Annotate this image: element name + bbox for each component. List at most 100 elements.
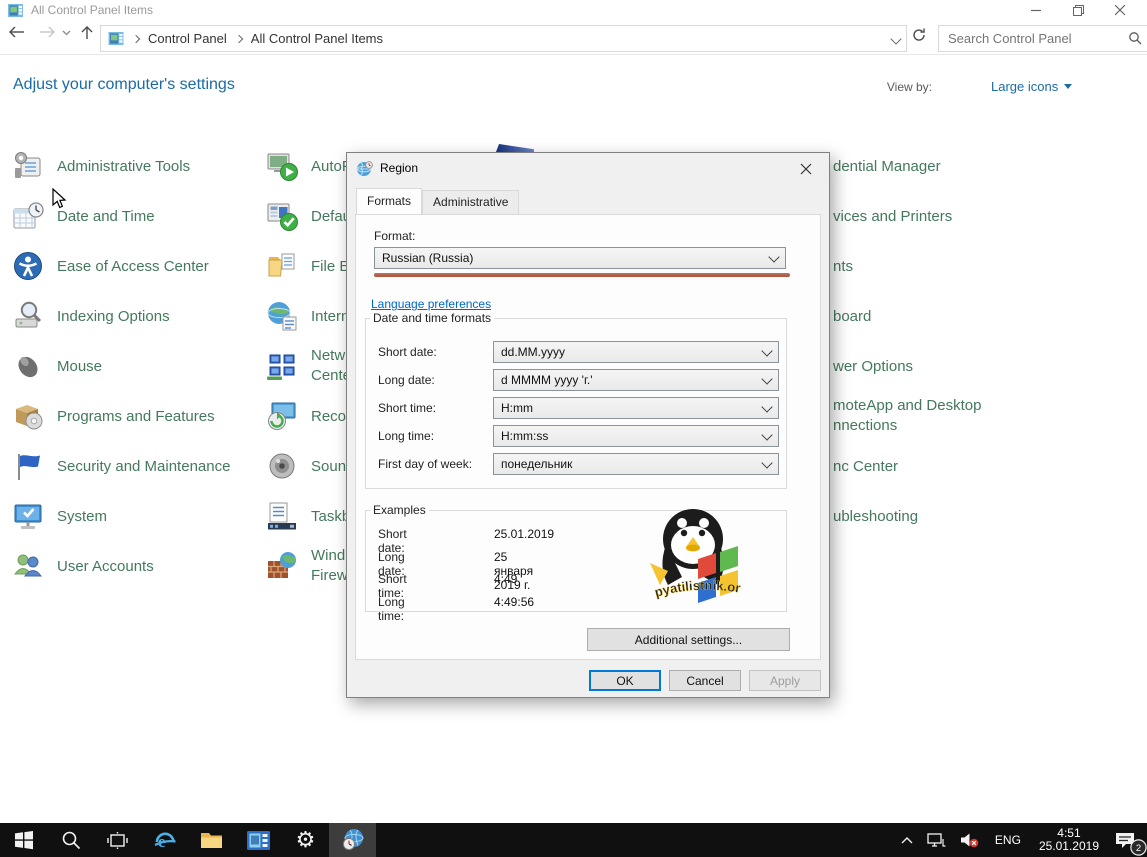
back-button[interactable] [8, 25, 26, 39]
tab-formats[interactable]: Formats [356, 188, 422, 214]
cp-item-system[interactable]: System [12, 500, 107, 532]
tab-administrative[interactable]: Administrative [422, 190, 519, 214]
system-icon [12, 500, 44, 532]
cp-item-netwcente[interactable]: Netw Cente [266, 350, 351, 382]
cp-item-vices-and-printers[interactable]: vices and Printers [833, 200, 952, 232]
up-button[interactable] [80, 25, 94, 41]
address-dropdown-icon[interactable] [890, 33, 901, 44]
cp-item-date-and-time[interactable]: Date and Time [12, 200, 155, 232]
cp-item-board[interactable]: board [833, 300, 871, 332]
cp-item-indexing-options[interactable]: Indexing Options [12, 300, 170, 332]
cp-item-administrative-tools[interactable]: Administrative Tools [12, 150, 190, 182]
region-dialog-title: Region [380, 161, 418, 175]
cp-item-label: Soun [311, 458, 346, 475]
security-flag-icon [12, 450, 44, 482]
recovery-icon [266, 400, 298, 432]
page-title: Adjust your computer's settings [13, 76, 235, 94]
datetime-formats-group-title: Date and time formats [370, 311, 494, 325]
control-panel-taskbar-icon[interactable] [235, 823, 282, 857]
cp-item-label: File E [311, 258, 349, 275]
control-panel-window-icon [8, 4, 23, 17]
example-short-date-value: 25.01.2019 [494, 527, 554, 541]
cp-item-programs-and-features[interactable]: Programs and Features [12, 400, 215, 432]
restore-button[interactable] [1057, 0, 1099, 20]
cp-item-label: nc Center [833, 458, 898, 475]
programs-icon [12, 400, 44, 432]
forward-button[interactable] [38, 25, 56, 39]
breadcrumb-control-panel[interactable]: Control Panel [148, 31, 227, 46]
recent-pages-dropdown[interactable] [62, 30, 71, 36]
settings-gear-icon[interactable]: ⚙ [282, 823, 329, 857]
tray-show-hidden-icons[interactable] [894, 823, 920, 857]
example-long-time-label: Long time: [378, 595, 405, 623]
clock[interactable]: 4:51 25.01.2019 [1030, 827, 1108, 853]
cp-item-wer-options[interactable]: wer Options [833, 350, 913, 382]
cp-item-moteapp-and-desktopnnections[interactable]: moteApp and Desktop nnections [833, 400, 981, 432]
short-time-select[interactable]: H:mm [493, 397, 779, 419]
cp-item-file-e[interactable]: File E [266, 250, 349, 282]
datetime-formats-group: Date and time formats Short date: dd.MM.… [365, 311, 787, 489]
occluded-icon-fragment [496, 144, 534, 152]
admin-tools-icon [12, 150, 44, 182]
cp-item-soun[interactable]: Soun [266, 450, 346, 482]
file-explorer-icon[interactable] [188, 823, 235, 857]
breadcrumb-chevron[interactable] [235, 34, 243, 42]
cp-item-taskb[interactable]: Taskb [266, 500, 350, 532]
action-center-icon[interactable]: 2 [1108, 823, 1147, 857]
long-time-select[interactable]: H:mm:ss [493, 425, 779, 447]
examples-group-title: Examples [370, 503, 429, 517]
cp-item-security-and-maintenance[interactable]: Security and Maintenance [12, 450, 230, 482]
breadcrumb-current[interactable]: All Control Panel Items [251, 31, 383, 46]
region-app-taskbar-icon[interactable] [329, 823, 376, 857]
cp-item-autop[interactable]: AutoP [266, 150, 352, 182]
ok-button[interactable]: OK [589, 670, 661, 691]
cp-item-label: Security and Maintenance [57, 458, 230, 475]
cp-item-label: Administrative Tools [57, 158, 190, 175]
cp-item-windfirew[interactable]: Wind Firew [266, 550, 348, 582]
additional-settings-button[interactable]: Additional settings... [587, 628, 790, 651]
search-placeholder: Search Control Panel [948, 31, 1072, 46]
cp-item-mouse[interactable]: Mouse [12, 350, 102, 382]
search-icon[interactable] [1128, 31, 1142, 45]
network-icon[interactable] [920, 823, 953, 857]
file-explorer-options-icon [266, 250, 298, 282]
refresh-button[interactable] [911, 27, 927, 48]
chevron-down-icon [761, 429, 772, 440]
first-day-of-week-select[interactable]: понедельник [493, 453, 779, 475]
dialog-close-button[interactable] [793, 159, 819, 179]
close-button[interactable] [1099, 0, 1141, 20]
format-select[interactable]: Russian (Russia) [374, 247, 786, 269]
short-date-select[interactable]: dd.MM.yyyy [493, 341, 779, 363]
cp-item-user-accounts[interactable]: User Accounts [12, 550, 154, 582]
breadcrumb-chevron[interactable] [132, 34, 140, 42]
view-by-selector[interactable]: Large icons [991, 79, 1072, 94]
language-preferences-link[interactable]: Language preferences [371, 297, 491, 311]
language-indicator[interactable]: ENG [986, 833, 1030, 847]
volume-muted-icon[interactable] [953, 823, 986, 857]
start-button[interactable] [0, 823, 47, 857]
cp-item-nc-center[interactable]: nc Center [833, 450, 898, 482]
task-view-button[interactable] [94, 823, 141, 857]
cp-item-label: vices and Printers [833, 208, 952, 225]
cancel-button[interactable]: Cancel [669, 670, 741, 691]
cp-item-defau[interactable]: Defau [266, 200, 351, 232]
search-input[interactable]: Search Control Panel [938, 25, 1147, 52]
date-time-icon [12, 200, 44, 232]
cp-item-ubleshooting[interactable]: ubleshooting [833, 500, 918, 532]
cp-item-intern[interactable]: Intern [266, 300, 349, 332]
cp-item-label: Intern [311, 308, 349, 325]
cp-item-recov[interactable]: Recov [266, 400, 354, 432]
toolbar-divider [0, 54, 1147, 55]
long-date-select[interactable]: d MMMM yyyy 'г.' [493, 369, 779, 391]
cp-item-nts[interactable]: nts [833, 250, 853, 282]
cp-item-dential-manager[interactable]: dential Manager [833, 150, 941, 182]
minimize-button[interactable] [1015, 0, 1057, 20]
apply-button: Apply [749, 670, 821, 691]
region-dialog-titlebar[interactable]: Region [347, 153, 829, 183]
pyatilistnik-watermark: pyatilistnik.org [638, 501, 754, 619]
notification-badge: 2 [1130, 839, 1147, 856]
cp-item-ease-of-access-center[interactable]: Ease of Access Center [12, 250, 209, 282]
taskbar-search-button[interactable] [47, 823, 94, 857]
internet-explorer-icon[interactable]: e [141, 823, 188, 857]
address-bar[interactable]: Control Panel All Control Panel Items [100, 25, 907, 52]
